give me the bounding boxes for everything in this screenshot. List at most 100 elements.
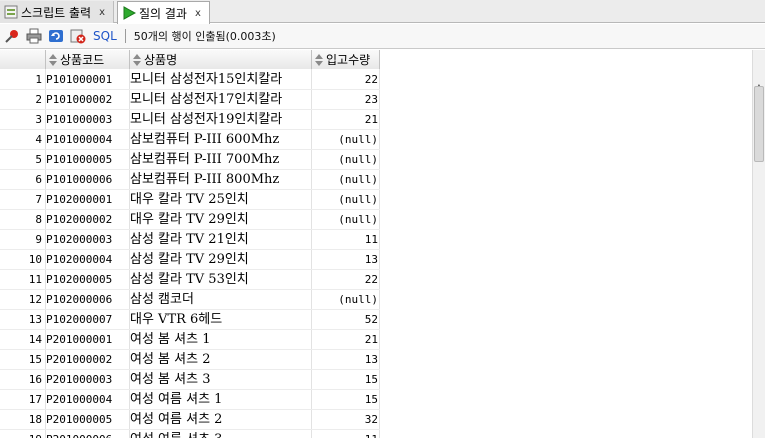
cell-product-name: 삼성 칼라 TV 53인치 (130, 272, 249, 287)
table-row[interactable]: 13 P102000007 대우 VTR 6헤드 52 (0, 310, 380, 330)
cell-product-code: P102000002 (46, 213, 113, 226)
tab-bar: 스크립트 출력 x 질의 결과 x (0, 0, 765, 24)
cell-product-code: P101000004 (46, 133, 113, 146)
table-row[interactable]: 12 P102000006 삼성 캠코더 (null) (0, 290, 380, 310)
row-number: 13 (28, 313, 42, 326)
row-number: 2 (35, 93, 42, 106)
table-row[interactable]: 7 P102000001 대우 칼라 TV 25인치 (null) (0, 190, 380, 210)
cell-product-name: 여성 여름 셔츠 3 (130, 430, 312, 438)
cell-quantity: 22 (364, 273, 378, 286)
grid-header: 상품코드 상품명 입고수량 (0, 50, 380, 69)
cell-product-code: P201000003 (46, 373, 113, 386)
cell-product-code: P201000004 (46, 393, 113, 406)
row-number: 19 (0, 430, 44, 438)
cell-product-name: 여성 여름 셔츠 2 (130, 412, 223, 427)
cell-quantity: (null) (338, 153, 378, 166)
table-row[interactable]: 14 P201000001 여성 봄 셔츠 1 21 (0, 330, 380, 350)
cell-product-code: P101000005 (46, 153, 113, 166)
table-row[interactable]: 19P201000006여성 여름 셔츠 311 (0, 430, 380, 438)
cell-product-code: P102000006 (46, 293, 113, 306)
table-row[interactable]: 2 P101000002 모니터 삼성전자17인치칼라 23 (0, 90, 380, 110)
row-number: 14 (28, 333, 42, 346)
cell-product-code: P102000005 (46, 273, 113, 286)
table-row[interactable]: 8 P102000002 대우 칼라 TV 29인치 (null) (0, 210, 380, 230)
row-number: 12 (28, 293, 42, 306)
close-icon[interactable]: x (99, 7, 105, 18)
row-number: 9 (35, 233, 42, 246)
table-row[interactable]: 17 P201000004 여성 여름 셔츠 1 15 (0, 390, 380, 410)
row-number-header (0, 50, 46, 69)
table-row[interactable]: 16 P201000003 여성 봄 셔츠 3 15 (0, 370, 380, 390)
tab-label: 스크립트 출력 (21, 5, 92, 20)
tab-query-result[interactable]: 질의 결과 x (117, 1, 210, 24)
cell-quantity: 13 (364, 253, 378, 266)
cell-quantity: 32 (364, 413, 378, 426)
cancel-icon[interactable] (69, 27, 87, 45)
table-row[interactable]: 4 P101000004 삼보컴퓨터 P-III 600Mhz (null) (0, 130, 380, 150)
row-number: 7 (35, 193, 42, 206)
pin-icon[interactable] (3, 27, 21, 45)
cell-quantity: (null) (338, 293, 378, 306)
cell-quantity: (null) (338, 173, 378, 186)
cell-product-name: 여성 여름 셔츠 1 (130, 392, 223, 407)
cell-product-code: P201000002 (46, 353, 113, 366)
cell-product-code: P201000005 (46, 413, 113, 426)
tab-script-output[interactable]: 스크립트 출력 x (0, 1, 114, 23)
cell-product-name: 여성 봄 셔츠 3 (130, 372, 211, 387)
table-row[interactable]: 11 P102000005 삼성 칼라 TV 53인치 22 (0, 270, 380, 290)
vertical-scrollbar[interactable]: ▲ (752, 50, 765, 438)
row-number: 8 (35, 213, 42, 226)
table-row[interactable]: 3 P101000003 모니터 삼성전자19인치칼라 21 (0, 110, 380, 130)
script-output-icon (4, 5, 18, 19)
row-number: 11 (28, 273, 42, 286)
column-header-qty[interactable]: 입고수량 (312, 50, 380, 69)
cell-quantity: (null) (338, 213, 378, 226)
print-icon[interactable] (25, 27, 43, 45)
refresh-icon[interactable] (47, 27, 65, 45)
sql-link[interactable]: SQL (93, 29, 117, 43)
cell-product-code: P102000003 (46, 233, 113, 246)
table-row[interactable]: 15 P201000002 여성 봄 셔츠 2 13 (0, 350, 380, 370)
column-header-name[interactable]: 상품명 (130, 50, 312, 69)
cell-product-name: 모니터 삼성전자17인치칼라 (130, 92, 283, 107)
cell-product-name: 삼성 칼라 TV 29인치 (130, 252, 249, 267)
column-header-code[interactable]: 상품코드 (46, 50, 130, 69)
result-toolbar: SQL 50개의 행이 인출됨(0.003초) (0, 24, 765, 49)
cell-product-name: 삼보컴퓨터 P-III 700Mhz (130, 152, 280, 167)
row-number: 16 (28, 373, 42, 386)
cell-product-name: 삼보컴퓨터 P-III 800Mhz (130, 172, 280, 187)
cell-product-name: 삼성 캠코더 (130, 292, 194, 307)
row-number: 4 (35, 133, 42, 146)
cell-quantity: 52 (364, 313, 378, 326)
cell-product-code: P101000003 (46, 113, 113, 126)
cell-quantity: 21 (364, 113, 378, 126)
scrollbar-thumb[interactable] (754, 86, 764, 162)
row-number: 1 (35, 73, 42, 86)
row-number: 3 (35, 113, 42, 126)
close-icon[interactable]: x (195, 8, 201, 19)
table-row[interactable]: 9 P102000003 삼성 칼라 TV 21인치 11 (0, 230, 380, 250)
table-row[interactable]: 5 P101000005 삼보컴퓨터 P-III 700Mhz (null) (0, 150, 380, 170)
table-row[interactable]: 18 P201000005 여성 여름 셔츠 2 32 (0, 410, 380, 430)
cell-product-name: 대우 VTR 6헤드 (130, 312, 223, 327)
cell-product-code: P102000001 (46, 193, 113, 206)
cell-quantity: (null) (338, 133, 378, 146)
cell-quantity: 11 (312, 430, 380, 438)
cell-product-name: 여성 봄 셔츠 1 (130, 332, 211, 347)
row-number: 18 (28, 413, 42, 426)
cell-product-name: 대우 칼라 TV 29인치 (130, 212, 249, 227)
table-row[interactable]: 10 P102000004 삼성 칼라 TV 29인치 13 (0, 250, 380, 270)
column-label: 상품코드 (60, 53, 105, 67)
cell-product-code: P102000007 (46, 313, 113, 326)
sort-icon (314, 53, 324, 67)
table-row[interactable]: 1 P101000001 모니터 삼성전자15인치칼라 22 (0, 70, 380, 90)
run-query-icon (122, 6, 137, 20)
column-label: 상품명 (144, 53, 178, 67)
row-number: 15 (28, 353, 42, 366)
row-number: 17 (28, 393, 42, 406)
cell-quantity: 13 (364, 353, 378, 366)
table-row[interactable]: 6 P101000006 삼보컴퓨터 P-III 800Mhz (null) (0, 170, 380, 190)
cell-product-code: P101000001 (46, 73, 113, 86)
toolbar-divider (124, 29, 126, 43)
cell-quantity: 15 (364, 373, 378, 386)
